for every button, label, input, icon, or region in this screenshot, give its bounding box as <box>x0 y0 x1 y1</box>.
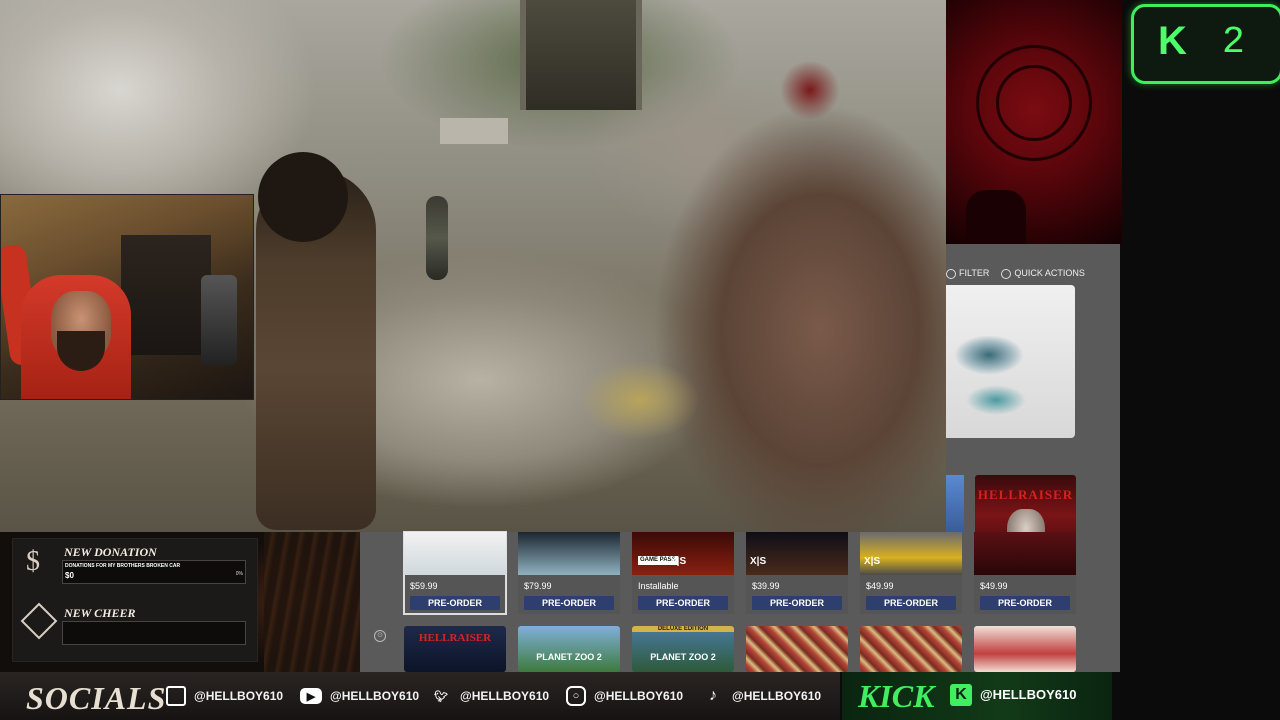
tile-art: X|S <box>746 532 848 575</box>
tile-art <box>974 532 1076 575</box>
pre-order-button[interactable]: PRE-ORDER <box>980 596 1070 610</box>
kick-icon: K <box>950 684 972 706</box>
pre-order-button[interactable]: PRE-ORDER <box>752 596 842 610</box>
featured-car-art <box>954 335 1024 375</box>
new-cheer-title: NEW CHEER <box>64 606 136 620</box>
tile-price: $49.99 <box>980 581 1008 591</box>
featured-car-art-2 <box>966 385 1026 415</box>
filter-button[interactable]: FILTER <box>946 268 989 279</box>
stone-ledge <box>440 118 508 144</box>
donation-goal-bar: DONATIONS FOR MY BROTHERS BROKEN CAR $0 … <box>62 560 246 584</box>
temple-doorway <box>520 0 642 110</box>
instagram-icon: ○ <box>566 686 586 706</box>
social-tiktok[interactable]: ♪ @HELLBOY610 <box>702 684 821 708</box>
store-tile-row2[interactable] <box>860 626 962 672</box>
tile-art <box>404 532 506 575</box>
kick-wordmark: KICK <box>858 678 935 714</box>
webcam-shelf <box>121 235 211 355</box>
tile-art: GAME PASS X|S <box>632 532 734 575</box>
store-tile-row2[interactable] <box>974 626 1076 672</box>
new-donation-title: NEW DONATION <box>64 545 157 559</box>
social-handle: @HELLBOY610 <box>460 689 550 703</box>
store-tile[interactable]: GAME PASS X|S Installable PRE-ORDER <box>632 532 734 614</box>
store-tile[interactable]: X|S $49.99 PRE-ORDER <box>860 532 962 614</box>
tile-price: $59.99 <box>410 581 438 591</box>
microphone <box>201 275 237 365</box>
grass-patch <box>580 360 700 440</box>
y-button-icon <box>946 268 956 279</box>
store-tile-row2[interactable]: DELUXE EDITION PLANET ZOO 2 <box>632 626 734 672</box>
social-youtube[interactable]: ▶ @HELLBOY610 <box>300 684 419 708</box>
tile-title: HELLRAISER <box>418 632 492 644</box>
emblem-ring-inner <box>996 65 1072 141</box>
social-twitter[interactable]: 🐦︎ @HELLBOY610 <box>430 684 549 708</box>
twitter-icon: 🐦︎ <box>434 690 448 703</box>
webcam-feed <box>0 194 254 400</box>
socials-bar: SOCIALS @HELLBOY610 ▶ @HELLBOY610 🐦︎ @HE… <box>0 672 1280 720</box>
donation-goal-percent: 0% <box>235 571 243 577</box>
socials-title: SOCIALS <box>26 680 167 716</box>
quick-actions-label: QUICK ACTIONS <box>1014 268 1085 278</box>
tile-price: $39.99 <box>752 581 780 591</box>
tile-price: Installable <box>638 581 679 591</box>
alerts-panel: $ NEW DONATION DONATIONS FOR MY BROTHERS… <box>0 532 360 672</box>
store-tile-row2[interactable]: HELLRAISER <box>404 626 506 672</box>
quick-actions-button[interactable]: QUICK ACTIONS <box>1001 268 1085 279</box>
tile-title: PLANET ZOO 2 <box>650 652 716 662</box>
kick-logo-icon: K <box>1158 19 1187 63</box>
social-twitch[interactable]: @HELLBOY610 <box>166 684 283 708</box>
tile-price: $79.99 <box>524 581 552 591</box>
pre-order-button[interactable]: PRE-ORDER <box>866 596 956 610</box>
deluxe-edition-tag: DELUXE EDITION <box>632 626 734 632</box>
featured-game-tile[interactable] <box>946 285 1075 438</box>
store-tile[interactable]: X|S $39.99 PRE-ORDER <box>746 532 848 614</box>
store-tile[interactable]: $49.99 PRE-ORDER <box>974 532 1076 614</box>
tile-art <box>518 532 620 575</box>
tiktok-icon: ♪ <box>709 687 717 704</box>
tile-art: X|S <box>860 532 962 575</box>
youtube-icon: ▶ <box>300 688 322 704</box>
dollar-icon: $ <box>26 546 40 577</box>
social-handle: @HELLBOY610 <box>732 689 822 703</box>
store-tile[interactable]: $59.99 PRE-ORDER <box>403 531 507 615</box>
kick-social[interactable]: KICK K @HELLBOY610 <box>842 672 1112 720</box>
menu-button-icon <box>1001 268 1012 279</box>
kick-viewer-count: 2 <box>1222 21 1245 64</box>
platform-badge: X|S <box>864 556 881 567</box>
player-hair <box>258 152 348 242</box>
store-tile-row2[interactable] <box>746 626 848 672</box>
hellraiser-title: HELLRAISER <box>977 487 1074 502</box>
cheer-bar <box>62 621 246 645</box>
store-tile[interactable]: $79.99 PRE-ORDER <box>518 532 620 614</box>
platform-badge: X|S <box>670 556 687 567</box>
red-foliage <box>780 60 840 120</box>
social-instagram[interactable]: ○ @HELLBOY610 <box>566 684 683 708</box>
claw-mark-decoration <box>264 532 360 672</box>
platform-badge: X|S <box>750 556 767 567</box>
emblem-figure <box>966 190 1026 244</box>
pre-order-button[interactable]: PRE-ORDER <box>410 596 500 610</box>
filter-label: FILTER <box>959 268 990 278</box>
store-tile-row2[interactable]: PLANET ZOO 2 <box>518 626 620 672</box>
social-handle: @HELLBOY610 <box>330 689 420 703</box>
social-handle: @HELLBOY610 <box>594 689 684 703</box>
donation-goal-text: DONATIONS FOR MY BROTHERS BROKEN CAR <box>65 563 181 569</box>
tile-title: PLANET ZOO 2 <box>536 652 602 662</box>
controller-hint-icon: ⊙ <box>374 630 386 642</box>
pre-order-button[interactable]: PRE-ORDER <box>638 596 728 610</box>
companion-character <box>426 196 448 280</box>
tile-price: $49.99 <box>866 581 894 591</box>
hellboy-emblem-art <box>946 0 1122 244</box>
pre-order-button[interactable]: PRE-ORDER <box>524 596 614 610</box>
store-filter-row: FILTER QUICK ACTIONS <box>946 268 1085 279</box>
kick-viewer-badge: K 2 <box>1131 4 1280 84</box>
donation-goal-amount: $0 <box>65 571 74 580</box>
social-handle: @HELLBOY610 <box>194 689 284 703</box>
store-tiles-row: $59.99 PRE-ORDER $79.99 PRE-ORDER GAME P… <box>360 531 1120 672</box>
twitch-icon <box>166 686 186 706</box>
kick-handle: @HELLBOY610 <box>980 687 1077 702</box>
